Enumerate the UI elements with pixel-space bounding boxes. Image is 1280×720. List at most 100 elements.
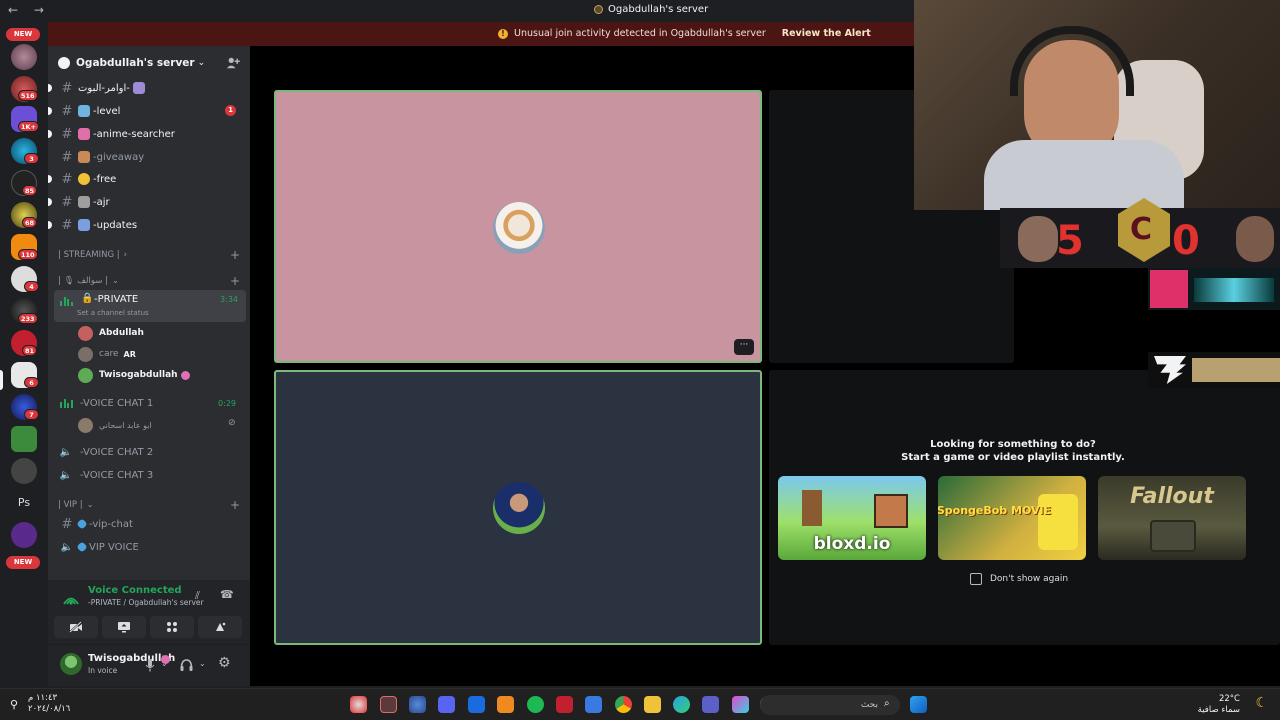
member-name: Abdullah [99,328,144,338]
dont-show-again[interactable]: Don't show again [970,573,1068,585]
folder-icon[interactable] [644,696,661,713]
channel-level[interactable]: # -level 1 [48,100,246,122]
channel-label: -free [93,173,117,185]
server-badge: 81 [22,345,38,356]
server-icon[interactable] [11,426,37,452]
app-icon[interactable] [497,696,514,713]
discord-icon[interactable] [438,696,455,713]
add-member-icon[interactable] [226,56,240,70]
unread-indicator [48,130,52,138]
tree-graphic [802,490,822,526]
channel-free[interactable]: # -free [48,168,246,190]
activities-icon [167,622,177,632]
avatar [493,202,545,254]
edge-icon[interactable] [673,696,690,713]
app-icon[interactable] [468,696,485,713]
channel-ajr[interactable]: # -ajr [48,191,246,213]
user-panel: Twisogabdullah In voice ⌄ ⌄ ⚙ [48,644,250,686]
add-channel-icon[interactable]: + [230,248,240,262]
teams-icon[interactable] [702,696,719,713]
pipboy-graphic [1150,520,1196,552]
app-icon[interactable] [350,696,367,713]
weather-widget[interactable]: 22°C سماء صافية [1198,694,1240,716]
voice-member[interactable]: care AR [78,345,136,363]
voice-channel-3[interactable]: 🔈 -VOICE CHAT 3 [56,465,246,485]
soundboard-button[interactable] [198,616,242,638]
channel-giveaway[interactable]: # -giveaway [56,146,246,168]
category-vip[interactable]: | VIP | ⌄ + [58,497,240,513]
channel-label: -updates [93,219,138,231]
chevron-down-icon[interactable]: ⌄ [199,659,206,668]
channel-anime-searcher[interactable]: # -anime-searcher [48,123,246,145]
game-card-spongebob[interactable]: SpongeBob MOVIE [938,476,1086,560]
add-channel-icon[interactable]: + [230,274,240,288]
discord-app: ← → Ogabdullah's server ! Unusual join a… [0,0,1280,720]
user-status: In voice [88,666,118,675]
clock-date: ٢٠٢٤/٠٨/١٦ [28,704,71,714]
windows-start-icon[interactable] [910,696,927,713]
app-icon[interactable] [556,696,573,713]
server-icon[interactable] [11,458,37,484]
server-icon-ps[interactable]: Ps [11,490,37,516]
gear-icon[interactable]: ⚙ [218,655,231,671]
player-photo [1236,216,1274,262]
nav-arrows[interactable]: ← → [8,3,50,17]
channel-status-hint[interactable]: Set a channel status [77,309,149,317]
unread-indicator [48,175,52,183]
score-overlay: C [1000,198,1280,268]
headphones-icon[interactable] [180,659,193,671]
more-options-button[interactable]: ··· [734,339,754,355]
voice-member[interactable]: Abdullah [78,324,144,342]
app-icon[interactable] [380,696,397,713]
hash-icon: # [61,516,73,532]
channel-updates[interactable]: # -updates [48,214,246,236]
add-channel-icon[interactable]: + [230,498,240,512]
copilot-icon[interactable] [732,696,749,713]
game-card-bloxd[interactable]: bloxd.io [778,476,926,560]
review-alert-link[interactable]: Review the Alert [782,28,871,39]
camera-off-icon [69,621,82,633]
category-streaming[interactable]: | STREAMING | › + [58,247,240,263]
microphone-icon[interactable] [145,659,155,672]
channel-emoji-icon [78,196,90,208]
voice-channel-private[interactable]: 🔒 -PRIVATE Set a channel status 3:34 [54,290,246,322]
soundboard-icon [216,622,226,631]
activities-button[interactable] [150,616,194,638]
store-icon[interactable] [585,696,602,713]
camera-off-button[interactable] [54,616,98,638]
chrome-icon[interactable] [615,696,632,713]
signal-icon[interactable] [62,590,80,606]
server-badge: 3 [24,153,39,164]
server-icon[interactable] [11,522,37,548]
noise-suppression-icon[interactable]: ⫽ [195,589,200,603]
voice-channel-vip[interactable]: 🔈 VIP VOICE [56,536,246,558]
voice-member[interactable]: ابو عابد اسحاني [78,416,152,434]
dont-show-checkbox[interactable] [970,573,982,585]
server-badge: 233 [18,313,38,324]
voice-channel-1[interactable]: -VOICE CHAT 1 0:29 [56,393,246,413]
game-card-fallout[interactable]: Fallout [1098,476,1246,560]
channel-vip-chat[interactable]: # -vip-chat [56,513,246,535]
disconnect-icon[interactable]: ☎ [220,588,234,601]
voice-member[interactable]: Twisogabdullah [78,366,190,384]
app-icon[interactable] [409,696,426,713]
voice-channel-2[interactable]: 🔈 -VOICE CHAT 2 [56,442,246,462]
system-tray-icon[interactable]: ⚲ [10,698,18,711]
channel-bot-commands[interactable]: # اوامر-البوت- [48,77,246,99]
search-input[interactable]: بحث [760,695,900,715]
participant-tile[interactable]: ··· [274,90,762,363]
spotify-icon[interactable] [527,696,544,713]
participant-tile[interactable] [274,370,762,645]
server-header[interactable]: Ogabdullah's server ⌄ [48,46,250,80]
server-icon[interactable] [11,44,37,70]
chevron-down-icon[interactable]: ⌄ [161,659,168,668]
activity-prompt-line: Start a game or video playlist instantly… [901,452,1125,463]
chevron-down-icon: ⌄ [86,500,94,510]
avatar[interactable] [60,653,82,675]
category-misc[interactable]: | 🎙 سوالف | ⌄ + [58,273,240,289]
voice-connected-subtitle[interactable]: -PRIVATE / Ogabdullah's server [88,598,204,607]
score-right: 0 [1172,218,1200,264]
screen-share-button[interactable] [102,616,146,638]
voice-connected-panel: Voice Connected -PRIVATE / Ogabdullah's … [48,580,250,644]
clock[interactable]: ١١:٤٣ م ٢٠٢٤/٠٨/١٦ [28,693,70,715]
